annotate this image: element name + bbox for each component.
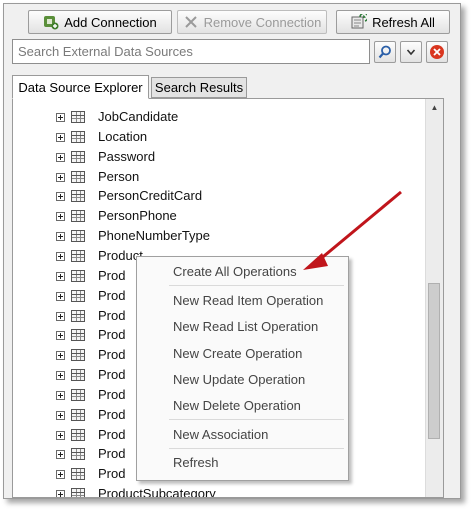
external-data-panel: Add Connection Remove Connection Refresh…	[3, 3, 461, 499]
annotation-arrow-icon	[303, 190, 402, 270]
